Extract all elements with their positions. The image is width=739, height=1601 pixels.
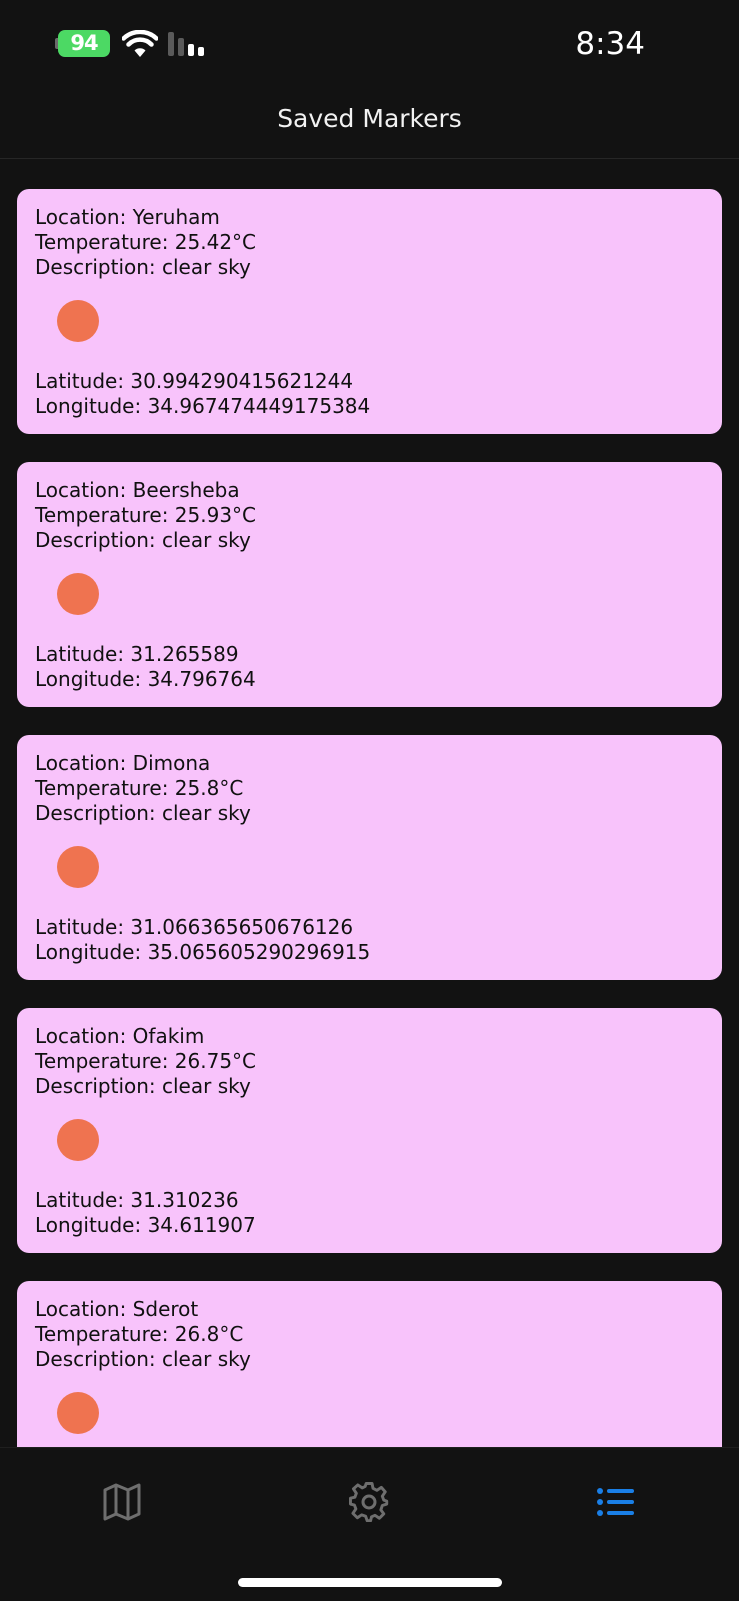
- marker-description: Description: clear sky: [35, 255, 251, 279]
- marker-temperature: Temperature: 25.8°C: [35, 776, 244, 800]
- gear-icon: [349, 1482, 389, 1522]
- marker-location: Location: Beersheba: [35, 478, 240, 502]
- marker-longitude: Longitude: 34.796764: [35, 667, 256, 691]
- map-icon: [103, 1483, 141, 1521]
- home-indicator: [238, 1578, 502, 1587]
- weather-dot-icon: [57, 1392, 99, 1434]
- marker-card[interactable]: Location: Sderot Temperature: 26.8°C Des…: [17, 1281, 722, 1447]
- weather-dot-icon: [57, 300, 99, 342]
- marker-temperature: Temperature: 26.75°C: [35, 1049, 257, 1073]
- battery-level: 94: [70, 31, 98, 55]
- marker-location: Location: Sderot: [35, 1297, 199, 1321]
- marker-latitude: Latitude: 31.310236: [35, 1188, 239, 1212]
- marker-temperature: Temperature: 26.8°C: [35, 1322, 244, 1346]
- weather-dot-icon: [57, 846, 99, 888]
- battery-charging-icon: 94: [58, 30, 110, 57]
- weather-dot-icon: [57, 573, 99, 615]
- marker-longitude: Longitude: 34.611907: [35, 1213, 256, 1237]
- marker-card[interactable]: Location: Dimona Temperature: 25.8°C Des…: [17, 735, 722, 980]
- marker-description: Description: clear sky: [35, 528, 251, 552]
- marker-location: Location: Ofakim: [35, 1024, 205, 1048]
- page-title: Saved Markers: [277, 104, 462, 133]
- tab-map[interactable]: [92, 1478, 152, 1526]
- marker-location: Location: Yeruham: [35, 205, 220, 229]
- marker-description: Description: clear sky: [35, 1347, 251, 1371]
- marker-description: Description: clear sky: [35, 801, 251, 825]
- cellular-signal-icon: [168, 32, 204, 56]
- wifi-icon: [122, 30, 158, 57]
- status-bar: 94 8:34: [0, 0, 739, 90]
- tab-settings[interactable]: [339, 1478, 399, 1526]
- marker-latitude: Latitude: 30.994290415621244: [35, 369, 354, 393]
- clock: 8:34: [575, 26, 645, 62]
- marker-temperature: Temperature: 25.93°C: [35, 503, 257, 527]
- tab-list[interactable]: [586, 1478, 646, 1526]
- navigation-header: Saved Markers: [0, 90, 739, 159]
- marker-location: Location: Dimona: [35, 751, 211, 775]
- marker-longitude: Longitude: 34.967474449175384: [35, 394, 371, 418]
- weather-dot-icon: [57, 1119, 99, 1161]
- markers-list[interactable]: Location: Yeruham Temperature: 25.42°C D…: [0, 159, 739, 1447]
- marker-latitude: Latitude: 31.265589: [35, 642, 239, 666]
- marker-longitude: Longitude: 35.065605290296915: [35, 940, 371, 964]
- marker-latitude: Latitude: 31.066365650676126: [35, 915, 354, 939]
- list-icon: [597, 1488, 634, 1516]
- marker-description: Description: clear sky: [35, 1074, 251, 1098]
- marker-card[interactable]: Location: Beersheba Temperature: 25.93°C…: [17, 462, 722, 707]
- marker-temperature: Temperature: 25.42°C: [35, 230, 257, 254]
- marker-card[interactable]: Location: Ofakim Temperature: 26.75°C De…: [17, 1008, 722, 1253]
- marker-card[interactable]: Location: Yeruham Temperature: 25.42°C D…: [17, 189, 722, 434]
